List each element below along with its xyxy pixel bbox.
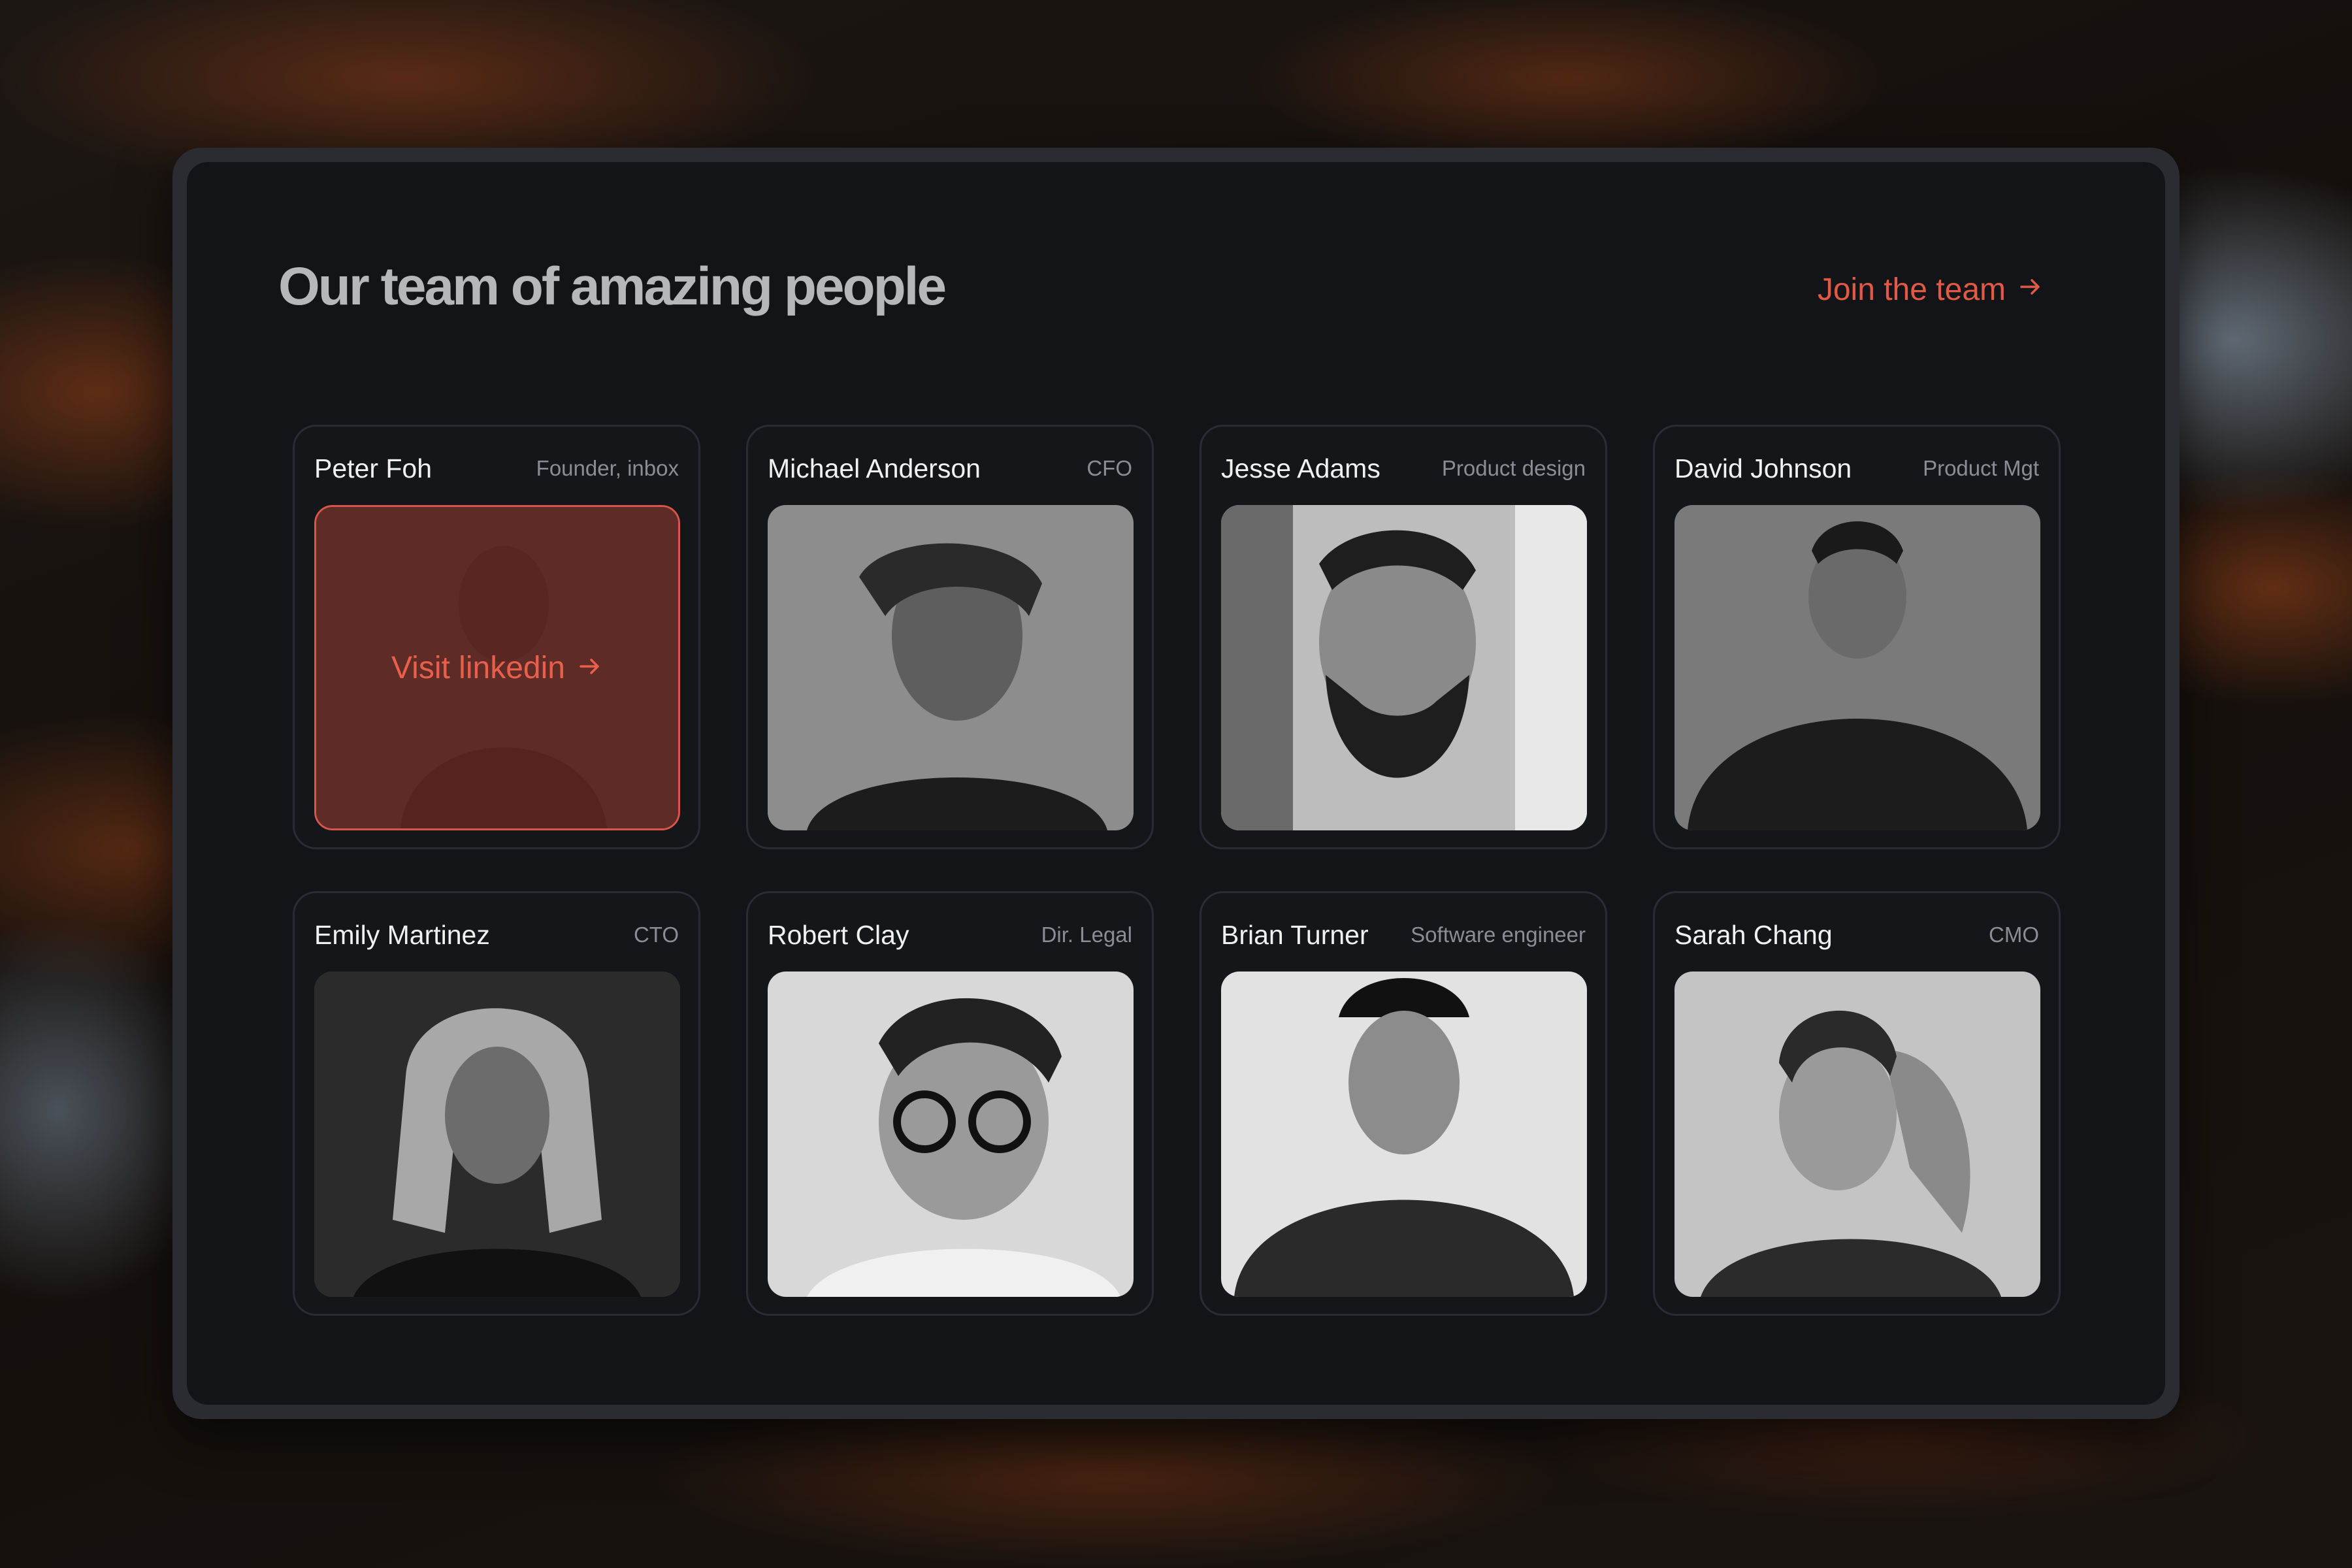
card-header: Sarah Chang CMO: [1674, 893, 2039, 972]
card-header: Robert Clay Dir. Legal: [768, 893, 1132, 972]
portrait-photo: [1674, 972, 2040, 1297]
member-name: Jesse Adams: [1221, 453, 1380, 483]
member-name: David Johnson: [1674, 453, 1852, 483]
team-member-card[interactable]: Peter Foh Founder, inbox Visit linkedin: [293, 425, 700, 849]
member-name: Brian Turner: [1221, 919, 1369, 950]
member-photo[interactable]: [1221, 972, 1587, 1297]
member-photo[interactable]: [1674, 972, 2040, 1297]
linkedin-hover-overlay[interactable]: Visit linkedin: [316, 507, 678, 828]
join-the-team-label: Join the team: [1817, 272, 2006, 307]
member-name: Peter Foh: [314, 453, 433, 483]
card-header: Brian Turner Software engineer: [1221, 893, 1586, 972]
member-photo[interactable]: [768, 505, 1134, 830]
member-photo[interactable]: [1221, 505, 1587, 830]
member-name: Michael Anderson: [768, 453, 981, 483]
team-member-card[interactable]: Sarah Chang CMO: [1653, 891, 2061, 1316]
member-name: Emily Martinez: [314, 919, 490, 950]
member-role: Product Mgt: [1923, 456, 2039, 480]
team-grid: Peter Foh Founder, inbox Visit linkedin …: [293, 425, 2061, 1316]
visit-linkedin-label: Visit linkedin: [391, 650, 565, 685]
portrait-photo: [1674, 505, 2040, 830]
member-name: Robert Clay: [768, 919, 909, 950]
member-photo[interactable]: [314, 972, 680, 1297]
member-role: Dir. Legal: [1041, 923, 1132, 947]
team-member-card[interactable]: Michael Anderson CFO: [746, 425, 1154, 849]
member-role: CMO: [1989, 923, 2039, 947]
portrait-photo: [1221, 505, 1587, 830]
team-member-card[interactable]: Robert Clay Dir. Legal: [746, 891, 1154, 1316]
team-member-card[interactable]: Jesse Adams Product design: [1200, 425, 1607, 849]
card-header: Emily Martinez CTO: [314, 893, 679, 972]
card-header: Michael Anderson CFO: [768, 427, 1132, 505]
member-role: CFO: [1086, 456, 1132, 480]
member-role: CTO: [633, 923, 679, 947]
member-role: Software engineer: [1411, 923, 1586, 947]
member-role: Product design: [1441, 456, 1586, 480]
section-title: Our team of amazing people: [278, 257, 947, 316]
team-member-card[interactable]: Brian Turner Software engineer: [1200, 891, 1607, 1316]
arrow-right-icon: [577, 653, 603, 683]
join-the-team-link[interactable]: Join the team: [1818, 272, 2044, 308]
member-photo[interactable]: [768, 972, 1134, 1297]
card-header: Jesse Adams Product design: [1221, 427, 1586, 505]
member-name: Sarah Chang: [1674, 919, 1833, 950]
team-member-card[interactable]: Emily Martinez CTO: [293, 891, 700, 1316]
portrait-photo: [768, 972, 1134, 1297]
card-header: Peter Foh Founder, inbox: [314, 427, 679, 505]
member-photo[interactable]: [1674, 505, 2040, 830]
arrow-right-icon: [2017, 274, 2044, 306]
portrait-photo: [1221, 972, 1587, 1297]
card-header: David Johnson Product Mgt: [1674, 427, 2039, 505]
portrait-photo: [314, 972, 680, 1297]
team-member-card[interactable]: David Johnson Product Mgt: [1653, 425, 2061, 849]
member-photo[interactable]: Visit linkedin: [314, 505, 680, 830]
member-role: Founder, inbox: [536, 456, 679, 480]
portrait-photo: [768, 505, 1134, 830]
